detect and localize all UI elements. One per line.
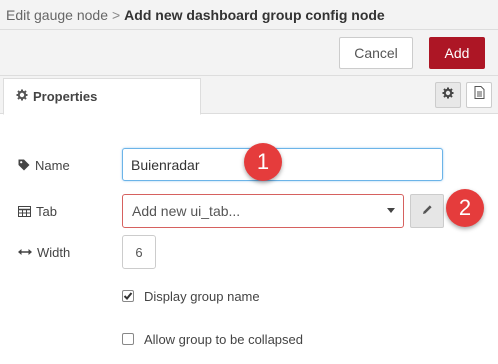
tab-select-value: Add new ui_tab... [132,203,241,219]
width-row: Width [18,235,70,269]
name-label: Name [18,158,70,173]
dialog-header: Edit gauge node > Add new dashboard group … [0,0,498,30]
tab-label: Tab [18,204,57,219]
allow-collapse-checkbox[interactable] [122,333,134,345]
gear-icon [16,89,28,104]
tab-properties-label: Properties [33,89,98,104]
tab-description[interactable] [466,82,492,108]
cancel-button[interactable]: Cancel [339,37,413,69]
edit-tab-button[interactable] [410,194,444,228]
checkmark-icon [123,292,133,300]
allow-collapse-label: Allow group to be collapsed [144,331,303,347]
width-label-text: Width [37,244,71,260]
tag-icon [18,159,30,171]
pencil-icon [422,202,433,220]
allow-collapse-option[interactable]: Allow group to be collapsed [122,329,303,349]
name-input[interactable]: Buienradar [122,148,443,181]
tab-properties[interactable]: Properties [3,78,201,115]
caret-down-icon [387,208,395,213]
display-group-name-option[interactable]: Display group name [122,286,260,306]
dialog-toolbar: Cancel Add [0,30,498,76]
arrows-horizontal-icon [18,248,32,256]
tab-settings[interactable] [435,82,461,108]
dialog-title: Add new dashboard group config node [124,7,385,23]
display-group-name-checkbox[interactable] [122,290,134,302]
tab-bar: Properties [0,76,498,115]
tab-row: Tab [18,194,57,228]
tab-select[interactable]: Add new ui_tab... [122,194,404,228]
width-input[interactable]: 6 [122,235,156,269]
name-label-text: Name [35,157,70,173]
name-row: Name [18,148,70,182]
breadcrumb-parent[interactable]: Edit gauge node [6,7,108,23]
add-button[interactable]: Add [429,37,485,69]
document-icon [473,86,485,104]
annotation-marker-1: 1 [244,143,282,181]
width-label: Width [18,245,70,260]
tab-label-text: Tab [36,203,57,219]
table-icon [18,205,31,217]
display-group-name-label: Display group name [144,288,260,304]
gear-icon [442,86,454,104]
annotation-marker-2: 2 [446,189,484,227]
breadcrumb-separator: > [111,7,121,23]
